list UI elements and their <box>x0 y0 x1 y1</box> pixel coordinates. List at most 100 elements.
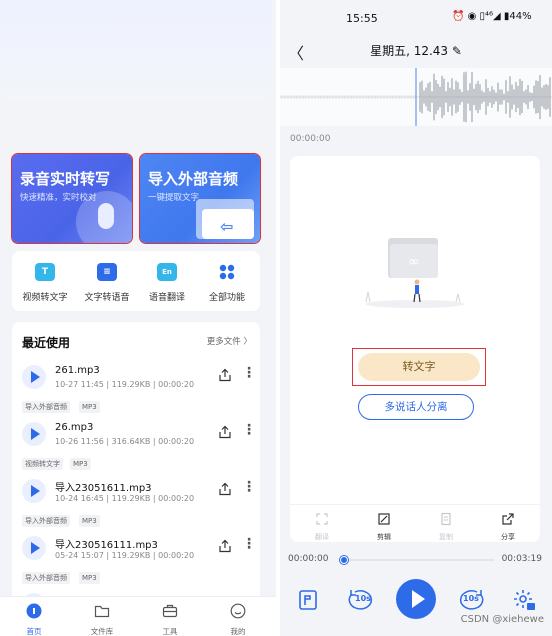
action-label: 翻译 <box>315 533 329 541</box>
tab-label: 首页 <box>26 627 42 636</box>
waveform[interactable] <box>280 68 552 126</box>
progress-track[interactable] <box>340 556 494 564</box>
empty-folder-illustration: ∞ <box>365 238 465 308</box>
translate-icon <box>316 513 328 525</box>
file-date: 10-24 16:45 <box>55 494 104 503</box>
action-label: 复制 <box>439 533 453 541</box>
bookmark-icon[interactable] <box>296 588 320 612</box>
tool-label: 语音翻译 <box>148 293 185 303</box>
share-icon[interactable] <box>218 482 232 496</box>
play-icon[interactable] <box>22 479 46 503</box>
nav-bar: 〈 星期五, 12.43 ✎ <box>280 34 552 66</box>
share-icon[interactable] <box>218 539 232 553</box>
file-tag: 导入外部音频 <box>22 572 70 584</box>
tab-tools[interactable]: 工具 <box>148 603 192 636</box>
share-button[interactable]: 分享 <box>488 511 528 542</box>
file-name: 导入230516111.mp3 <box>55 540 158 551</box>
card-title: 录音实时转写 <box>20 170 111 188</box>
file-item[interactable]: 261.mp3 10-27 11:45 | 119.29KB | 00:00:2… <box>12 362 260 419</box>
file-tag: 导入外部音频 <box>22 515 70 527</box>
play-icon[interactable] <box>22 536 46 560</box>
card-action-bar: 翻译 剪辑 复制 分享 <box>290 504 540 542</box>
file-tag: 视频转文字 <box>22 458 63 470</box>
play-icon[interactable] <box>22 365 46 389</box>
tool-label: 全部功能 <box>208 293 245 303</box>
waveform-time: 00:00:00 <box>290 134 331 144</box>
recording-detail-screen: 15:55 ⏰ ◉ ▯⁴⁶◢ ▮44% 〈 星期五, 12.43 ✎ 00:00… <box>280 0 552 636</box>
hero-banner <box>0 0 272 100</box>
tool-all-features[interactable]: 全部功能 <box>196 263 258 303</box>
microphone-icon <box>76 191 132 243</box>
file-date: 10-27 11:45 <box>55 380 104 389</box>
play-icon <box>411 590 425 608</box>
action-label: 剪辑 <box>377 533 391 541</box>
more-files-link[interactable]: 更多文件 〉 <box>207 335 252 347</box>
file-size: 316.64KB <box>111 437 151 446</box>
edit-clip-button[interactable]: 剪辑 <box>364 511 404 542</box>
file-meta: 05-24 15:07 | 119.29KB | 00:00:20 <box>55 551 195 560</box>
share-icon <box>502 513 514 525</box>
play-icon[interactable] <box>22 422 46 446</box>
file-name: 导入23051611.mp3 <box>55 483 152 494</box>
file-size: 119.29KB <box>111 494 151 503</box>
file-item[interactable]: 26.mp3 10-26 11:56 | 316.64KB | 00:00:20… <box>12 419 260 476</box>
folder-import-icon: ⇦ <box>196 199 254 239</box>
share-icon[interactable] <box>218 425 232 439</box>
elapsed-time: 00:00:00 <box>288 554 329 564</box>
file-size: 119.29KB <box>111 551 151 560</box>
transcript-card: ∞ 转文字 多说话人分离 翻译 剪辑 复制 分享 <box>290 156 540 542</box>
translate-button[interactable]: 翻译 <box>302 511 342 542</box>
tool-video-to-text[interactable]: T 视频转文字 <box>14 263 76 303</box>
progress-handle[interactable] <box>340 556 348 564</box>
file-duration: 00:00:20 <box>158 494 195 503</box>
file-name: 261.mp3 <box>55 365 100 376</box>
svg-text:∞: ∞ <box>408 254 420 270</box>
tab-home[interactable]: 首页 <box>12 603 56 636</box>
toolbox-icon <box>162 604 178 618</box>
home-icon <box>26 603 42 619</box>
file-meta: 10-26 11:56 | 316.64KB | 00:00:20 <box>55 437 195 446</box>
settings-icon[interactable] <box>512 588 536 612</box>
file-size: 119.29KB <box>111 380 151 389</box>
status-time: 15:55 <box>346 12 378 25</box>
tool-text-to-speech[interactable]: ≡ 文字转语音 <box>76 263 138 303</box>
copy-button[interactable]: 复制 <box>426 511 466 542</box>
convert-to-text-button[interactable]: 转文字 <box>358 353 480 381</box>
total-time: 00:03:19 <box>501 554 542 564</box>
rewind-10s-button[interactable]: 10s <box>348 588 376 612</box>
tab-profile[interactable]: 我的 <box>216 603 260 636</box>
file-tag: MP3 <box>70 458 91 470</box>
file-duration: 00:00:20 <box>158 380 195 389</box>
import-audio-card[interactable]: 导入外部音频 一键提取文字 ⇦ <box>139 153 261 244</box>
more-vert-icon[interactable]: ⋮ <box>242 423 256 437</box>
speaker-separation-button[interactable]: 多说话人分离 <box>358 394 474 420</box>
file-item[interactable]: 导入23051611.mp3 10-24 16:45 | 119.29KB | … <box>12 476 260 533</box>
more-vert-icon[interactable]: ⋮ <box>242 537 256 551</box>
file-meta: 10-24 16:45 | 119.29KB | 00:00:20 <box>55 494 195 503</box>
tab-label: 我的 <box>230 627 246 636</box>
tab-files[interactable]: 文件库 <box>80 603 124 636</box>
file-date: 10-26 11:56 <box>55 437 104 446</box>
action-label: 分享 <box>501 533 515 541</box>
file-name: 26.mp3 <box>55 422 94 433</box>
file-tag: 导入外部音频 <box>22 401 70 413</box>
all-features-icon <box>217 263 237 281</box>
home-screen: 录音实时转写 快速精准，实时校对 导入外部音频 一键提取文字 ⇦ T 视频转文字… <box>0 0 276 636</box>
crop-icon <box>378 513 390 525</box>
file-date: 05-24 15:07 <box>55 551 104 560</box>
file-item[interactable]: 导入230516111.mp3 05-24 15:07 | 119.29KB |… <box>12 533 260 590</box>
play-button[interactable] <box>396 579 436 619</box>
copy-icon <box>441 512 451 526</box>
tab-label: 文件库 <box>90 627 114 636</box>
more-vert-icon[interactable]: ⋮ <box>242 480 256 494</box>
recent-title: 最近使用 <box>22 336 71 350</box>
more-vert-icon[interactable]: ⋮ <box>242 366 256 380</box>
realtime-transcribe-card[interactable]: 录音实时转写 快速精准，实时校对 <box>11 153 133 244</box>
recording-title[interactable]: 星期五, 12.43 ✎ <box>280 42 552 59</box>
forward-label: 10s <box>463 594 479 603</box>
card-subtitle: 一键提取文字 <box>148 193 200 203</box>
forward-10s-button[interactable]: 10s <box>456 588 484 612</box>
tool-voice-translate[interactable]: En 语音翻译 <box>136 263 198 303</box>
share-icon[interactable] <box>218 368 232 382</box>
recent-files-card: 最近使用 更多文件 〉 261.mp3 10-27 11:45 | 119.29… <box>12 322 260 602</box>
